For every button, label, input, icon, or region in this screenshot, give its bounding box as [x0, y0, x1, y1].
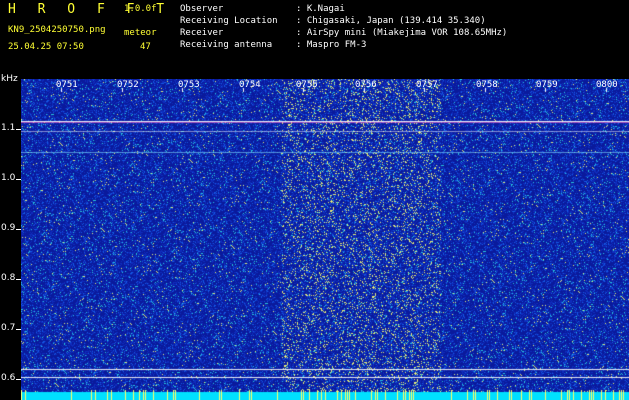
time-label-0800: 0800 — [596, 80, 618, 90]
time-label-0756: 0756 — [355, 80, 377, 90]
y-label-0-8: 0.8 — [1, 273, 16, 283]
time-label-0751: 0751 — [56, 80, 78, 90]
time-label-0759: 0759 — [536, 80, 558, 90]
time-label-0753: 0753 — [178, 80, 200, 90]
version-label: 1.0.0f — [124, 4, 157, 14]
info-label-receiver: Receiver — [180, 28, 224, 38]
y-label-1-1: 1.1 — [1, 123, 16, 133]
info-label-location: Receiving Location — [180, 16, 278, 26]
spectrogram — [21, 79, 629, 400]
info-label-observer: Observer — [180, 4, 224, 14]
y-axis-unit: kHz — [1, 74, 18, 84]
info-value-receiver: : AirSpy mini (Miakejima VOR 108.65MHz) — [296, 28, 508, 38]
y-label-0-9: 0.9 — [1, 223, 16, 233]
y-label-0-7: 0.7 — [1, 323, 16, 333]
spectrogram-canvas — [21, 79, 629, 400]
y-label-1-0: 1.0 — [1, 173, 16, 183]
meteor-count: 47 — [140, 42, 151, 52]
info-value-antenna: : Maspro FM-3 — [296, 40, 367, 50]
time-label-0757: 0757 — [416, 80, 438, 90]
time-label-0755: 0755 — [296, 80, 318, 90]
filename-label: KN9_2504250750.png — [8, 25, 106, 35]
time-label-0752: 0752 — [117, 80, 139, 90]
info-value-location: : Chigasaki, Japan (139.414 35.340) — [296, 16, 486, 26]
info-value-observer: : K.Nagai — [296, 4, 345, 14]
y-label-0-6: 0.6 — [1, 373, 16, 383]
time-label-0758: 0758 — [476, 80, 498, 90]
meteor-label: meteor — [124, 28, 157, 38]
time-label-0754: 0754 — [239, 80, 261, 90]
info-label-antenna: Receiving antenna — [180, 40, 273, 50]
datetime-label: 25.04.25 07:50 — [8, 42, 84, 52]
